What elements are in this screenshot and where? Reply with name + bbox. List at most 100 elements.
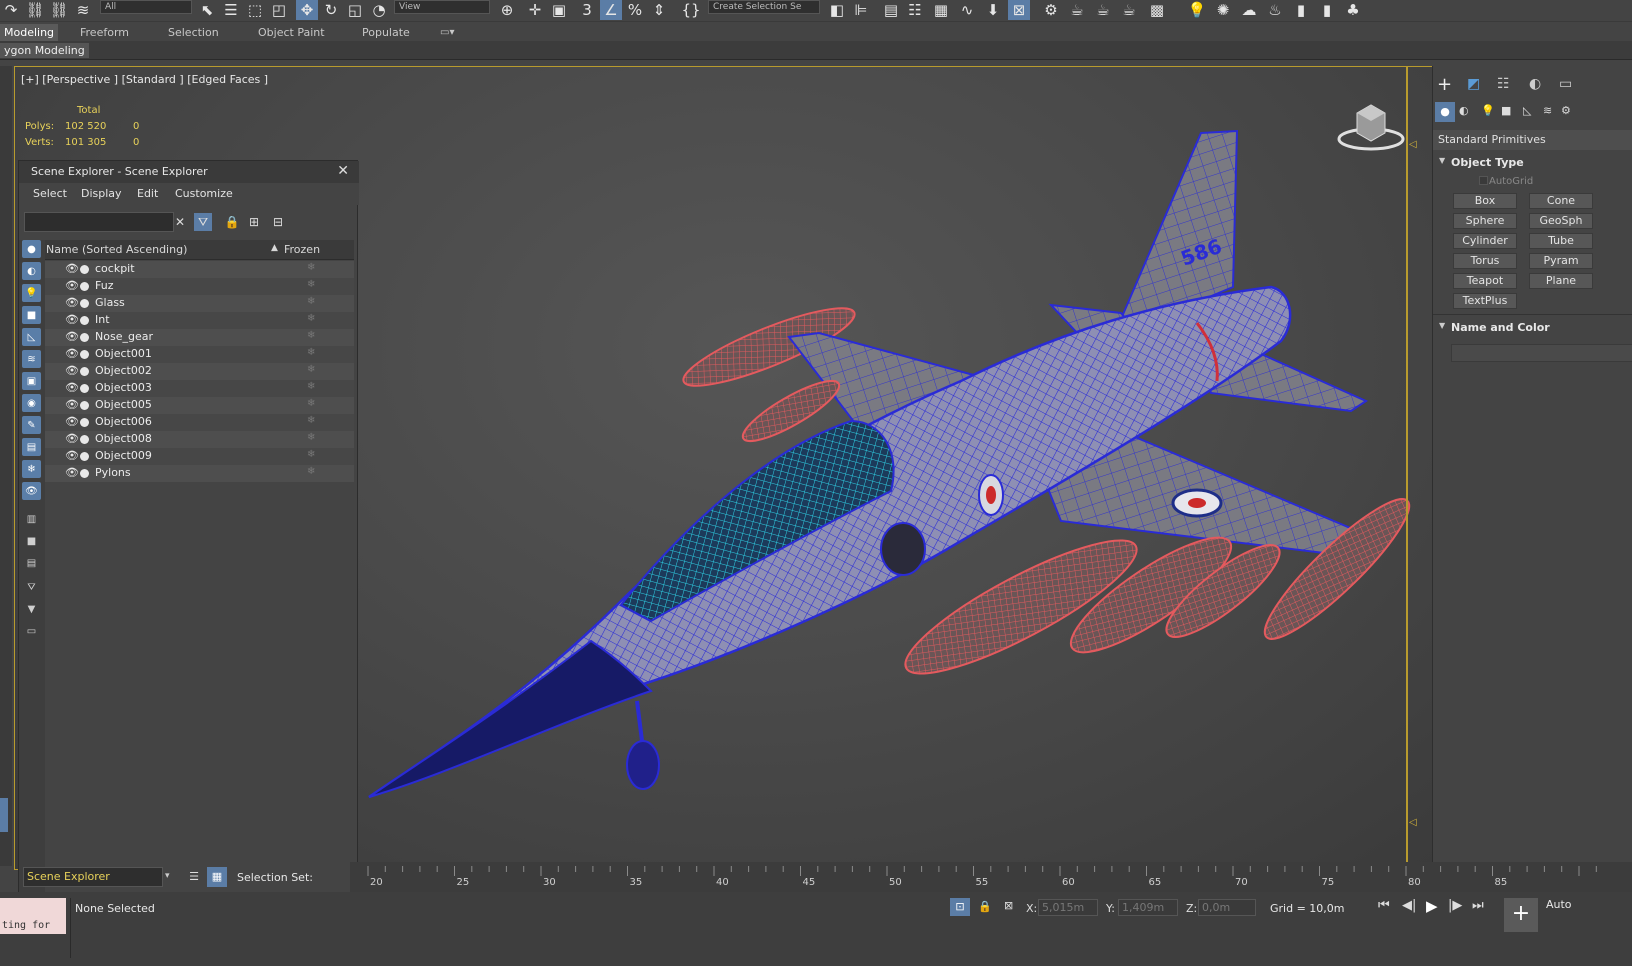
list-item[interactable]: 👁 Object008 ❄ xyxy=(45,431,354,448)
menu-display[interactable]: Display xyxy=(81,187,122,200)
freeze-icon[interactable]: ❄ xyxy=(307,364,315,375)
systems-icon[interactable]: ⚙ xyxy=(1561,104,1571,117)
column-frozen-header[interactable]: Frozen xyxy=(284,243,320,256)
tube-button[interactable]: Tube xyxy=(1529,233,1593,249)
x-coord-field[interactable]: 5,015m xyxy=(1038,899,1098,916)
select-scale-icon[interactable]: ◱ xyxy=(344,0,366,20)
tree-icon[interactable]: ♣ xyxy=(1342,0,1364,20)
play-icon[interactable]: ▶ xyxy=(1426,897,1438,915)
lock-icon[interactable]: 🔒 xyxy=(223,213,241,231)
daylight-icon[interactable]: ☁ xyxy=(1238,0,1260,20)
display-helpers-icon[interactable]: ◺ xyxy=(22,328,41,346)
ribbon-options-icon[interactable]: ▭▾ xyxy=(440,24,454,41)
freeze-icon[interactable]: ❄ xyxy=(307,398,315,409)
freeze-icon[interactable]: ❄ xyxy=(307,432,315,443)
selection-set-dropdown[interactable]: Create Selection Se xyxy=(708,0,820,14)
spacewarps-icon[interactable]: ≋ xyxy=(1543,104,1552,117)
visibility-eye-icon[interactable]: 👁 xyxy=(65,432,79,445)
display-shapes-icon[interactable]: ◐ xyxy=(22,262,41,280)
render-icon-b[interactable]: ▮ xyxy=(1316,0,1338,20)
column-name-header[interactable]: Name (Sorted Ascending) xyxy=(46,243,187,256)
go-to-end-icon[interactable]: ⏭ xyxy=(1472,898,1484,913)
object-name-field[interactable] xyxy=(1451,344,1632,362)
cylinder-button[interactable]: Cylinder xyxy=(1453,233,1517,249)
list-item[interactable]: 👁 Nose_gear ❄ xyxy=(45,329,354,346)
keyboard-shortcut-icon[interactable]: ▣ xyxy=(548,0,570,20)
material-editor-icon[interactable]: ⊠ xyxy=(1008,0,1030,20)
freeze-icon[interactable]: ❄ xyxy=(307,347,315,358)
visibility-eye-icon[interactable]: 👁 xyxy=(65,347,79,360)
environment-icon[interactable]: ♨ xyxy=(1264,0,1286,20)
freeze-icon[interactable]: ❄ xyxy=(307,313,315,324)
edit-named-sets-icon[interactable]: {} xyxy=(680,0,702,20)
autogrid-checkbox[interactable] xyxy=(1479,176,1488,185)
air-intake[interactable] xyxy=(880,522,926,576)
display-spacewarps-icon[interactable]: ≋ xyxy=(22,350,41,368)
timeline-track[interactable]: 20 25 30 35 40 45 50 55 60 65 70 75 80 85 xyxy=(350,862,1632,892)
primitive-category-dropdown[interactable]: Standard Primitives xyxy=(1433,130,1632,150)
isolate-selection-icon[interactable]: ⊡ xyxy=(950,898,970,916)
next-frame-icon[interactable]: |▶ xyxy=(1448,898,1462,913)
visibility-eye-icon[interactable]: 👁 xyxy=(65,296,79,309)
freeze-icon[interactable]: ❄ xyxy=(307,262,315,273)
previous-frame-icon[interactable]: ◀︎| xyxy=(1402,898,1416,913)
scene-explorer-toggle-icon[interactable]: ▤ xyxy=(880,0,902,20)
rendered-frame-window-icon[interactable]: ☕ xyxy=(1066,0,1088,20)
menu-customize[interactable]: Customize xyxy=(175,187,233,200)
sort-ascending-icon[interactable]: ▲ xyxy=(271,243,278,253)
placement-icon[interactable]: ◔ xyxy=(368,0,390,20)
mirror-icon[interactable]: ◧ xyxy=(826,0,848,20)
display-xrefs-icon[interactable]: ◉ xyxy=(22,394,41,412)
polygon-modeling-panel[interactable]: ygon Modeling xyxy=(0,43,89,58)
list-item[interactable]: 👁 cockpit ❄ xyxy=(45,261,354,278)
pyramid-button[interactable]: Pyram xyxy=(1529,253,1593,269)
visibility-eye-icon[interactable]: 👁 xyxy=(65,364,79,377)
create-tab-icon[interactable]: + xyxy=(1437,74,1452,95)
auto-key-button[interactable]: Auto xyxy=(1546,898,1572,911)
cameras-icon[interactable]: ■ xyxy=(1501,104,1511,117)
sort-hierarchy-icon[interactable]: ⊟ xyxy=(269,213,287,231)
layer-icon[interactable]: ▭ xyxy=(22,622,41,640)
selection-filter-dropdown[interactable]: All xyxy=(100,0,192,14)
visibility-eye-icon[interactable]: 👁 xyxy=(65,381,79,394)
list-item[interactable]: 👁 Object001 ❄ xyxy=(45,346,354,363)
unlink-icon[interactable]: ⛓ xyxy=(48,0,70,20)
list-item[interactable]: 👁 Object005 ❄ xyxy=(45,397,354,414)
window-crossing-icon[interactable]: ◰ xyxy=(268,0,290,20)
viewcube[interactable] xyxy=(1337,99,1405,155)
spinner-snap-icon[interactable]: ⇕ xyxy=(648,0,670,20)
lights-icon[interactable]: 💡 xyxy=(1481,104,1495,117)
display-all-icon[interactable]: ▥ xyxy=(22,510,41,528)
motion-tab-icon[interactable]: ◐ xyxy=(1529,76,1541,92)
go-to-start-icon[interactable]: ⏮ xyxy=(1378,898,1390,913)
visibility-eye-icon[interactable]: 👁 xyxy=(65,415,79,428)
geosphere-button[interactable]: GeoSph xyxy=(1529,213,1593,229)
chevron-down-icon[interactable]: ▾ xyxy=(165,871,170,881)
list-item[interactable]: 👁 Object009 ❄ xyxy=(45,448,354,465)
object-type-rollout-title[interactable]: Object Type xyxy=(1451,156,1524,169)
shapes-icon[interactable]: ◐ xyxy=(1459,104,1469,117)
visibility-eye-icon[interactable]: 👁 xyxy=(65,449,79,462)
angle-snap-icon[interactable]: ∠ xyxy=(600,0,622,20)
box-button[interactable]: Box xyxy=(1453,193,1517,209)
clear-search-icon[interactable]: ✕ xyxy=(171,213,189,231)
freeze-icon[interactable]: ❄ xyxy=(307,415,315,426)
display-bones-icon[interactable]: ✎ xyxy=(22,416,41,434)
schematic-view-icon[interactable]: ⬇ xyxy=(982,0,1004,20)
maxscript-listener[interactable]: ting for xyxy=(0,898,66,934)
freeze-icon[interactable]: ❄ xyxy=(307,381,315,392)
render-setup-icon[interactable]: ⚙ xyxy=(1040,0,1062,20)
list-item[interactable]: 👁 Glass ❄ xyxy=(45,295,354,312)
toggle-ribbon-icon[interactable]: ▦ xyxy=(930,0,952,20)
display-cameras-icon[interactable]: ■ xyxy=(22,306,41,324)
select-by-name-icon[interactable]: ☰ xyxy=(220,0,242,20)
reference-coord-dropdown[interactable]: View xyxy=(394,0,490,14)
bind-space-warp-icon[interactable]: ≋ xyxy=(72,0,94,20)
render-cloud-icon[interactable]: ▩ xyxy=(1146,0,1168,20)
tab-populate[interactable]: Populate xyxy=(362,24,410,41)
scene-explorer-title[interactable]: Scene Explorer - Scene Explorer xyxy=(19,161,359,183)
pivot-center-icon[interactable]: ⊕ xyxy=(496,0,518,20)
freeze-icon[interactable]: ❄ xyxy=(307,466,315,477)
select-manipulate-icon[interactable]: ✛ xyxy=(524,0,546,20)
hierarchy-icon[interactable]: ⊞ xyxy=(245,213,263,231)
